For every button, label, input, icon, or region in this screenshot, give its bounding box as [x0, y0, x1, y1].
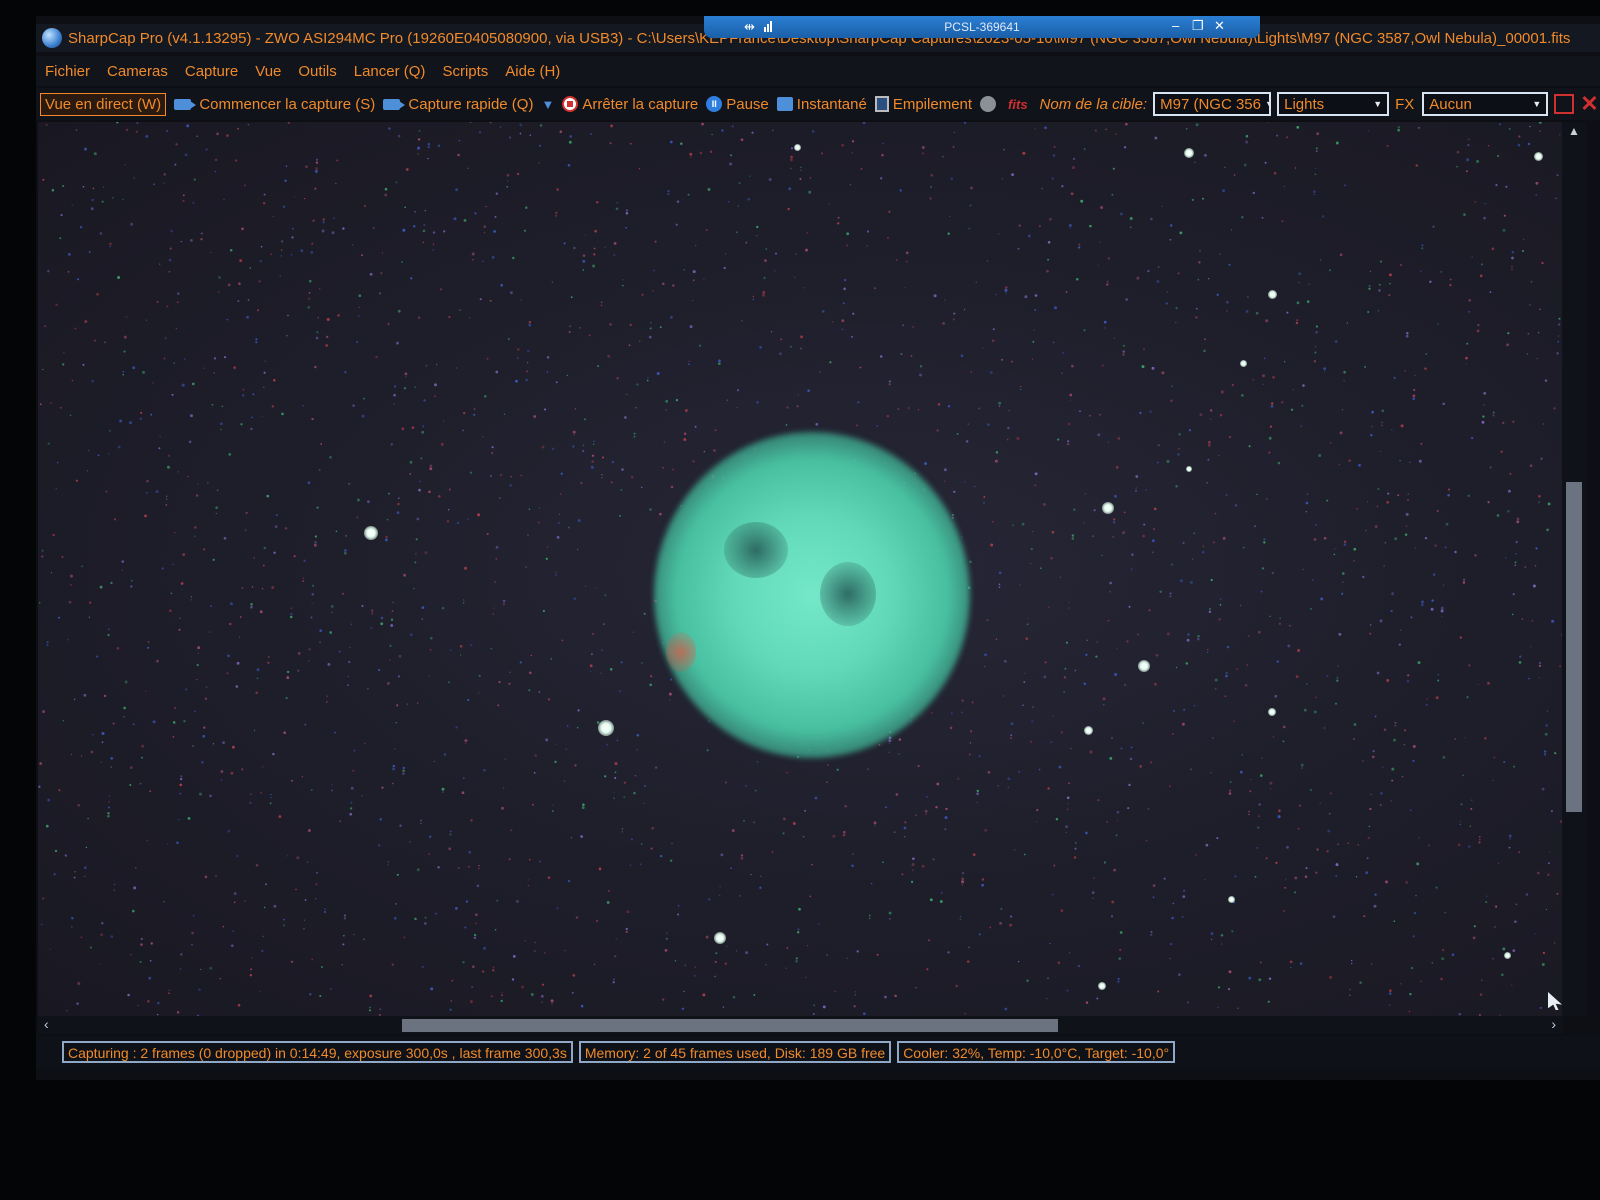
star: [1084, 726, 1093, 735]
target-name-select[interactable]: M97 (NGC 356 ▼: [1153, 92, 1272, 116]
camera-icon: [174, 98, 197, 110]
star: [1534, 152, 1543, 161]
owl-nebula: [654, 432, 970, 758]
pause-label: Pause: [726, 95, 769, 113]
fx-label: FX: [1395, 95, 1415, 113]
scroll-left-icon[interactable]: ‹: [44, 1016, 49, 1032]
stop-capture-button[interactable]: Arrêter la capture: [562, 96, 698, 113]
memory-status: Memory: 2 of 45 frames used, Disk: 189 G…: [578, 1041, 892, 1063]
star: [1240, 360, 1247, 367]
star: [1228, 896, 1235, 903]
star: [1184, 148, 1194, 158]
menu-vue[interactable]: Vue: [255, 63, 281, 80]
record-toggle[interactable]: [980, 96, 1000, 112]
stack-icon: [874, 96, 889, 112]
live-view-button[interactable]: Vue en direct (W): [40, 92, 167, 116]
star: [364, 526, 378, 540]
menu-bar: Fichier Cameras Capture Vue Outils Lance…: [36, 56, 1600, 86]
snapshot-icon: [776, 97, 793, 111]
star: [1138, 660, 1150, 672]
target-name-value: M97 (NGC 356: [1160, 95, 1261, 113]
star: [598, 720, 614, 736]
menu-fichier[interactable]: Fichier: [45, 63, 90, 80]
scroll-right-icon[interactable]: ›: [1551, 1016, 1556, 1032]
cooler-status: Cooler: 32%, Temp: -10,0°C, Target: -10,…: [897, 1041, 1176, 1063]
stop-icon: [562, 96, 579, 112]
star: [794, 144, 801, 151]
horizontal-scrollbar[interactable]: ‹ ›: [38, 1016, 1562, 1034]
quick-capture-button[interactable]: Capture rapide (Q): [383, 96, 533, 113]
snapshot-label: Instantané: [796, 95, 867, 113]
image-viewer[interactable]: [38, 122, 1562, 1016]
pause-icon: II: [706, 96, 723, 112]
horizontal-scroll-thumb[interactable]: [402, 1019, 1058, 1032]
chevron-down-icon: ▼: [1265, 99, 1269, 109]
star: [1268, 708, 1276, 716]
vertical-scroll-thumb[interactable]: [1566, 482, 1582, 812]
capture-status: Capturing : 2 frames (0 dropped) in 0:14…: [62, 1041, 573, 1063]
star: [1102, 502, 1114, 514]
fx-value: Aucun: [1429, 95, 1472, 113]
start-capture-label: Commencer la capture (S): [199, 95, 376, 113]
star: [1186, 466, 1192, 472]
reticle-toggle-button[interactable]: [1554, 94, 1575, 114]
remote-desktop-bar[interactable]: ⇹ PCSL-369641 ‒ ❐ ✕: [704, 16, 1260, 38]
star: [1504, 952, 1511, 959]
nebula-red-edge: [666, 632, 696, 672]
close-icon[interactable]: ✕: [1580, 91, 1598, 117]
menu-cameras[interactable]: Cameras: [107, 63, 168, 80]
scroll-up-icon[interactable]: ▲: [1568, 124, 1580, 138]
pause-button[interactable]: II Pause: [706, 96, 769, 113]
fx-select[interactable]: Aucun ▼: [1422, 92, 1549, 116]
minimize-icon[interactable]: ‒: [1172, 18, 1179, 33]
owl-eye-right: [820, 562, 876, 626]
frame-type-select[interactable]: Lights ▼: [1277, 92, 1390, 116]
owl-eye-left: [724, 522, 788, 578]
menu-lancer[interactable]: Lancer (Q): [354, 63, 426, 80]
sharpcap-window: SharpCap Pro (v4.1.13295) - ZWO ASI294MC…: [36, 16, 1600, 1080]
stacking-label: Empilement: [892, 95, 973, 113]
star: [714, 932, 726, 944]
menu-scripts[interactable]: Scripts: [442, 63, 488, 80]
snapshot-button[interactable]: Instantané: [776, 95, 867, 113]
quick-capture-label: Capture rapide (Q): [408, 95, 534, 113]
start-capture-button[interactable]: Commencer la capture (S): [174, 96, 375, 113]
target-name-label: Nom de la cible:: [1039, 95, 1148, 113]
toolbar: Vue en direct (W) Commencer la capture (…: [36, 88, 1600, 120]
menu-outils[interactable]: Outils: [298, 63, 336, 80]
vertical-scrollbar[interactable]: ▲: [1562, 122, 1586, 1016]
star: [1098, 982, 1106, 990]
stop-capture-label: Arrêter la capture: [582, 95, 699, 113]
record-dot-icon: [980, 96, 997, 112]
chevron-down-icon: ▼: [1532, 99, 1542, 109]
chevron-down-icon: ▼: [1373, 99, 1383, 109]
chevron-down-icon[interactable]: ▼: [541, 97, 554, 112]
fits-icon: fits: [1008, 96, 1028, 112]
stacking-button[interactable]: Empilement: [874, 95, 973, 113]
star: [1268, 290, 1277, 299]
camera-icon: [383, 98, 406, 110]
menu-aide[interactable]: Aide (H): [505, 63, 560, 80]
frame-type-value: Lights: [1284, 95, 1325, 113]
restore-icon[interactable]: ❐: [1192, 18, 1204, 34]
close-icon[interactable]: ✕: [1214, 18, 1225, 34]
status-bar: Capturing : 2 frames (0 dropped) in 0:14…: [36, 1036, 1600, 1068]
fits-format-button[interactable]: fits: [1008, 97, 1032, 112]
menu-capture[interactable]: Capture: [185, 63, 238, 80]
app-logo-icon: [42, 28, 62, 48]
